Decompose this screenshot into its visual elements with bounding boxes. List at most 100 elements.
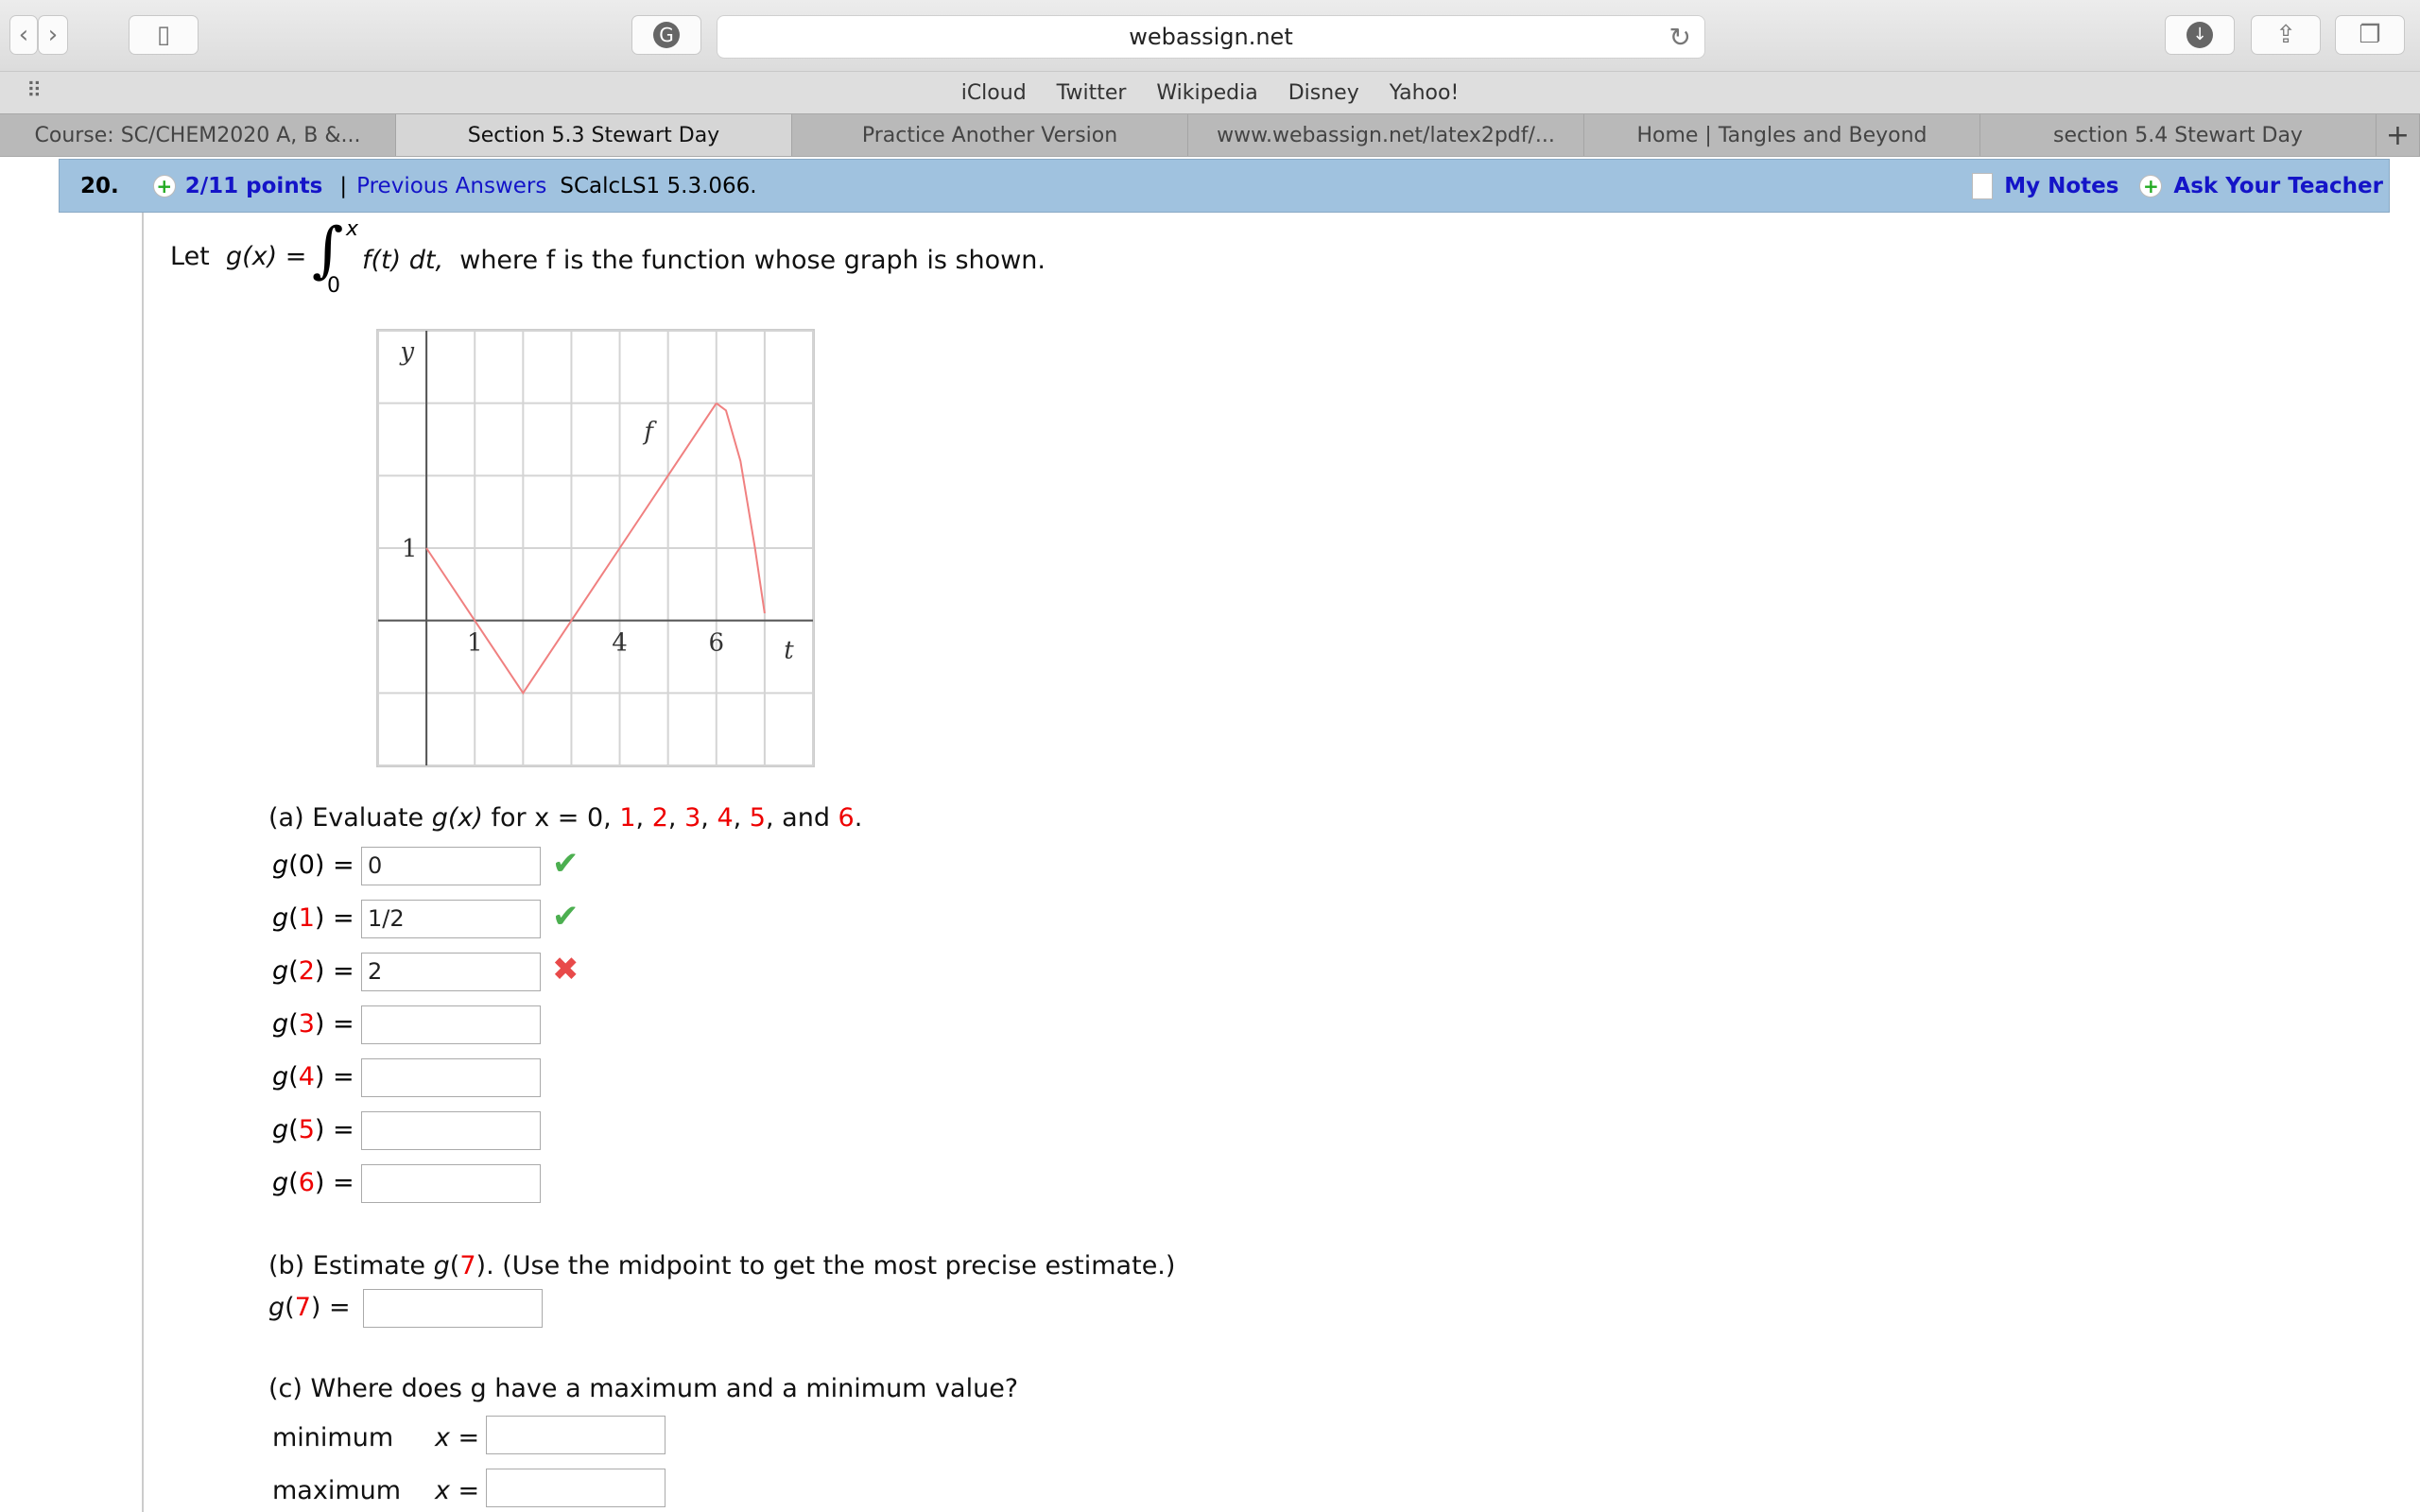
g7-label: g(7) = [268,1293,351,1322]
arg: 2 [298,956,315,986]
part-a-label: (a) Evaluate [268,803,424,833]
ask-teacher-link[interactable]: Ask Your Teacher [2173,174,2383,198]
g-label: g(1) = [272,903,354,933]
g2-input[interactable]: 2 [361,953,541,991]
x-value: 2 [651,803,668,833]
y-tick-label: 1 [402,535,418,563]
arg: 0 [298,850,315,880]
arg: 6 [298,1168,315,1197]
gx: g(x) [431,803,483,833]
bookmark-yahoo[interactable]: Yahoo! [1390,81,1460,105]
g-label: g(3) = [272,1009,354,1039]
question-code: SCalcLS1 5.3.066. [560,173,757,198]
download-icon: ↓ [2187,22,2213,48]
tab-latex2pdf[interactable]: www.webassign.net/latex2pdf/... [1188,114,1584,156]
question-number: 20. [80,173,119,198]
minimum-input[interactable] [486,1416,666,1454]
minimum-label: minimum [272,1423,394,1452]
integral-lower: 0 [327,274,340,298]
integral-upper: x [346,217,359,241]
my-notes-link[interactable]: My Notes [2004,174,2118,198]
arg: 7 [294,1293,311,1322]
grid-icon[interactable]: ⠿ [26,79,42,103]
g5-input[interactable] [361,1111,541,1150]
tabs-icon: ❐ [2359,21,2381,49]
arg: 1 [298,903,315,933]
share-icon: ⇪ [2275,21,2296,49]
downloads-button[interactable]: ↓ [2165,15,2235,55]
x-value: 5 [749,803,766,833]
address-bar[interactable]: webassign.net ↻ [717,15,1705,59]
prompt-gx: g(x) = [225,242,307,271]
bookmark-twitter[interactable]: Twitter [1057,81,1127,105]
bookmark-disney[interactable]: Disney [1288,81,1359,105]
arg: 3 [298,1009,315,1039]
g7-input[interactable] [363,1289,543,1328]
bookmark-icloud[interactable]: iCloud [961,81,1027,105]
tab-practice[interactable]: Practice Another Version [792,114,1188,156]
bookmarks-bar: ⠿ iCloud Twitter Wikipedia Disney Yahoo! [0,71,2420,113]
g4-input[interactable] [361,1058,541,1097]
x-value: 6 [838,803,855,833]
previous-answers-link[interactable]: Previous Answers [356,174,546,198]
part-b-label: (b) Estimate [268,1251,426,1280]
prompt-rest: where f is the function whose graph is s… [459,246,1046,275]
part-b-note: . (Use the midpoint to get the most prec… [486,1251,1176,1280]
maximum-input[interactable] [486,1469,666,1507]
g-label: g(6) = [272,1168,354,1197]
x-eq-label: x = [435,1476,480,1505]
g-label: g(5) = [272,1115,354,1144]
tab-course[interactable]: Course: SC/CHEM2020 A, B &... [0,114,396,156]
g6-input[interactable] [361,1164,541,1203]
y-axis-label: y [399,338,414,367]
tab-section-5-4[interactable]: section 5.4 Stewart Day [1980,114,2377,156]
plus-icon[interactable]: + [2139,174,2163,198]
tabs-button[interactable]: ❐ [2335,15,2405,55]
part-c-prompt: (c) Where does g have a maximum and a mi… [268,1374,1019,1403]
g1-input[interactable]: 1/2 [361,900,541,938]
g-label: g(2) = [272,956,354,986]
g-label: g(0) = [272,850,354,880]
forward-button[interactable]: › [38,15,68,55]
checkmark-icon: ✔ [552,898,579,936]
g-label: g(4) = [272,1062,354,1091]
bookmark-wikipedia[interactable]: Wikipedia [1156,81,1257,105]
notes-icon[interactable] [1972,172,1994,199]
new-tab-button[interactable]: + [2377,114,2420,156]
grammarly-button[interactable]: G [631,15,701,55]
tab-tangles[interactable]: Home | Tangles and Beyond [1584,114,1980,156]
x-value: 4 [717,803,734,833]
sidebar-button[interactable]: ▯ [129,15,199,55]
prompt-let: Let [170,242,210,271]
browser-toolbar: ‹ › ▯ G webassign.net ↻ ↓ ⇪ ❐ [0,0,2420,71]
x-tick-label: 4 [612,629,628,658]
x-value: 3 [684,803,701,833]
checkmark-icon: ✔ [552,845,579,883]
x-tick-label: 1 [467,629,483,658]
reload-icon[interactable]: ↻ [1669,22,1691,53]
g0-input[interactable]: 0 [361,847,541,885]
part-a-prompt: (a) Evaluate g(x) for x = 0, 1, 2, 3, 4,… [268,803,863,833]
x-tick-label: 6 [709,629,725,658]
arg: 4 [298,1062,315,1091]
arg: 7 [459,1251,476,1280]
integrand: f(t) dt, [362,246,444,275]
separator: | [339,173,348,198]
problem-prompt: Let g(x) = [170,242,306,271]
url-text: webassign.net [1129,24,1293,50]
points-link[interactable]: 2/11 points [185,174,323,198]
g3-input[interactable] [361,1005,541,1044]
grammarly-icon: G [653,22,680,48]
plus-icon[interactable]: + [152,174,176,198]
x-mark-icon: ✖ [552,951,579,988]
part-b-prompt: (b) Estimate g(7). (Use the midpoint to … [268,1251,1176,1280]
maximum-label: maximum [272,1476,402,1505]
tab-section-5-3[interactable]: Section 5.3 Stewart Day [396,114,792,156]
share-button[interactable]: ⇪ [2251,15,2321,55]
back-button[interactable]: ‹ [9,15,38,55]
question-header: 20. + 2/11 points | Previous Answers SCa… [59,159,2390,213]
content-border [142,213,144,1512]
tab-bar: Course: SC/CHEM2020 A, B &... Section 5.… [0,113,2420,157]
for-x: for x = 0, [491,803,612,833]
x-eq-label: x = [435,1423,480,1452]
